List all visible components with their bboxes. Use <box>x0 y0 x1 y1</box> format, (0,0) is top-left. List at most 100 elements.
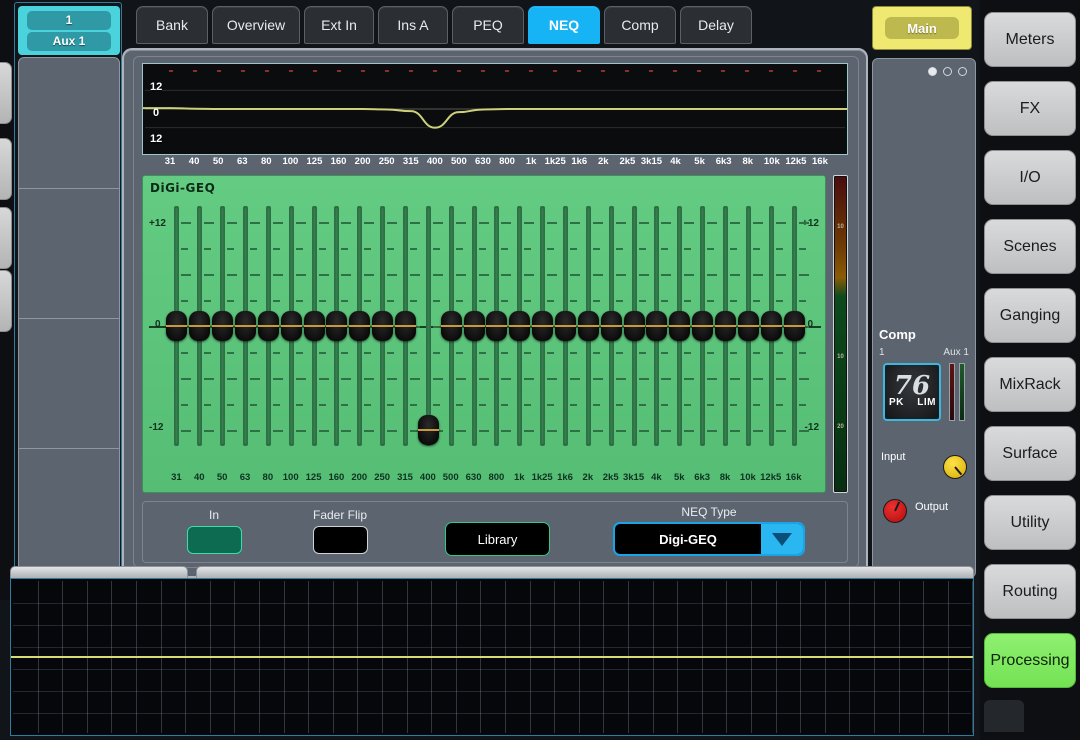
geq-fader-track[interactable] <box>425 206 431 446</box>
geq-fader-handle[interactable] <box>280 311 302 341</box>
tab-ins-a[interactable]: Ins A <box>378 6 448 44</box>
geq-band-1k25[interactable] <box>531 206 558 446</box>
geq-band-50[interactable] <box>211 206 238 446</box>
geq-fader-handle[interactable] <box>692 311 714 341</box>
geq-band-630[interactable] <box>463 206 489 446</box>
geq-band-63[interactable] <box>234 206 260 446</box>
nav-fx[interactable]: FX <box>984 81 1076 136</box>
channel-selector[interactable]: 1 Aux 1 <box>18 6 120 55</box>
geq-band-500[interactable] <box>440 206 466 446</box>
geq-band-8k[interactable] <box>714 206 740 446</box>
geq-band-1k6[interactable] <box>554 206 580 446</box>
geq-fader-handle[interactable] <box>440 311 462 341</box>
geq-band-400[interactable] <box>417 206 443 446</box>
geq-band-80[interactable] <box>257 206 283 446</box>
geq-band-125[interactable] <box>303 206 329 446</box>
nav-bottom-stub[interactable] <box>984 700 1024 732</box>
geq-band-5k[interactable] <box>668 206 695 446</box>
page-indicator[interactable] <box>928 67 967 76</box>
nav-i-o[interactable]: I/O <box>984 150 1076 205</box>
tab-bank[interactable]: Bank <box>136 6 208 44</box>
geq-fader-handle[interactable] <box>577 311 599 341</box>
geq-fader-handle[interactable] <box>372 311 394 341</box>
geq-fader-handle[interactable] <box>646 311 668 341</box>
page-dot[interactable] <box>958 67 967 76</box>
geq-fader-handle[interactable] <box>189 311 211 341</box>
nav-utility[interactable]: Utility <box>984 495 1076 550</box>
geq-band-16k[interactable] <box>783 206 809 446</box>
geq-band-100[interactable] <box>280 206 306 446</box>
geq-fader-handle[interactable] <box>737 311 759 341</box>
bottom-scope-panel[interactable] <box>10 578 974 736</box>
geq-band-2k5[interactable] <box>600 206 626 446</box>
geq-band-6k3[interactable] <box>691 206 718 446</box>
geq-fader-handle[interactable] <box>669 311 691 341</box>
neq-type-dropdown[interactable]: Digi-GEQ <box>613 522 805 556</box>
geq-scale-mid-left: 0 <box>155 319 161 330</box>
left-edge-tab[interactable] <box>0 62 12 124</box>
geq-fader-handle[interactable] <box>532 311 554 341</box>
geq-fader-panel[interactable]: DiGi-GEQ +12 +12 0 0 -12 -12 31 40 50 63 80 1… <box>142 175 826 493</box>
left-edge-tab[interactable] <box>0 207 12 269</box>
geq-fader-handle[interactable] <box>715 311 736 341</box>
geq-fader-handle[interactable] <box>212 311 234 341</box>
comp-model-thumbnail[interactable]: 76 PK LIM <box>883 363 941 421</box>
geq-band-200[interactable] <box>348 206 375 446</box>
geq-fader-handle[interactable] <box>486 311 508 341</box>
nav-meters[interactable]: Meters <box>984 12 1076 67</box>
geq-fader-handle[interactable] <box>760 311 782 341</box>
geq-fader-handle[interactable] <box>783 311 805 341</box>
geq-band-40[interactable] <box>188 206 215 446</box>
geq-fader-handle[interactable] <box>235 311 256 341</box>
channel-strip-body[interactable] <box>18 57 120 575</box>
geq-band-2k[interactable] <box>577 206 603 446</box>
geq-band-800[interactable] <box>485 206 512 446</box>
geq-band-4k[interactable] <box>645 206 672 446</box>
left-edge-tab[interactable] <box>0 270 12 332</box>
chevron-down-icon[interactable] <box>761 524 803 554</box>
geq-fader-handle[interactable] <box>463 311 485 341</box>
main-mix-button[interactable]: Main <box>872 6 972 50</box>
geq-fader-handle[interactable] <box>600 311 622 341</box>
tab-comp[interactable]: Comp <box>604 6 676 44</box>
geq-band-250[interactable] <box>371 206 398 446</box>
geq-freq-label: 200 <box>351 472 368 483</box>
left-edge-tab[interactable] <box>0 138 12 200</box>
tab-overview[interactable]: Overview <box>212 6 300 44</box>
geq-fader-handle[interactable] <box>623 311 645 341</box>
library-button[interactable]: Library <box>445 522 550 556</box>
fader-flip-button[interactable] <box>313 526 368 554</box>
geq-fader-handle[interactable] <box>349 311 371 341</box>
tab-ext-in[interactable]: Ext In <box>304 6 374 44</box>
geq-fader-handle[interactable] <box>395 311 416 341</box>
tab-neq[interactable]: NEQ <box>528 6 600 44</box>
geq-fader-handle[interactable] <box>303 311 325 341</box>
geq-fader-handle[interactable] <box>257 311 279 341</box>
geq-fader-handle[interactable] <box>509 311 531 341</box>
geq-fader-handle[interactable] <box>417 415 439 445</box>
geq-band-315[interactable] <box>394 206 420 446</box>
nav-surface[interactable]: Surface <box>984 426 1076 481</box>
nav-ganging[interactable]: Ganging <box>984 288 1076 343</box>
eq-response-graph[interactable] <box>142 63 848 155</box>
tab-peq[interactable]: PEQ <box>452 6 524 44</box>
page-dot[interactable] <box>928 67 937 76</box>
geq-fader-handle[interactable] <box>166 311 188 341</box>
output-gain-knob[interactable] <box>883 499 907 523</box>
nav-routing[interactable]: Routing <box>984 564 1076 619</box>
in-toggle-button[interactable] <box>187 526 242 554</box>
input-gain-knob[interactable] <box>943 455 967 479</box>
tab-delay[interactable]: Delay <box>680 6 752 44</box>
page-dot[interactable] <box>943 67 952 76</box>
geq-fader-handle[interactable] <box>326 311 348 341</box>
geq-band-31[interactable] <box>165 206 192 446</box>
nav-processing[interactable]: Processing <box>984 633 1076 688</box>
geq-fader-handle[interactable] <box>555 311 576 341</box>
geq-band-3k15[interactable] <box>623 206 649 446</box>
nav-mixrack[interactable]: MixRack <box>984 357 1076 412</box>
geq-band-12k5[interactable] <box>760 206 786 446</box>
geq-band-160[interactable] <box>325 206 352 446</box>
geq-band-10k[interactable] <box>737 206 763 446</box>
geq-band-1k[interactable] <box>508 206 535 446</box>
nav-scenes[interactable]: Scenes <box>984 219 1076 274</box>
